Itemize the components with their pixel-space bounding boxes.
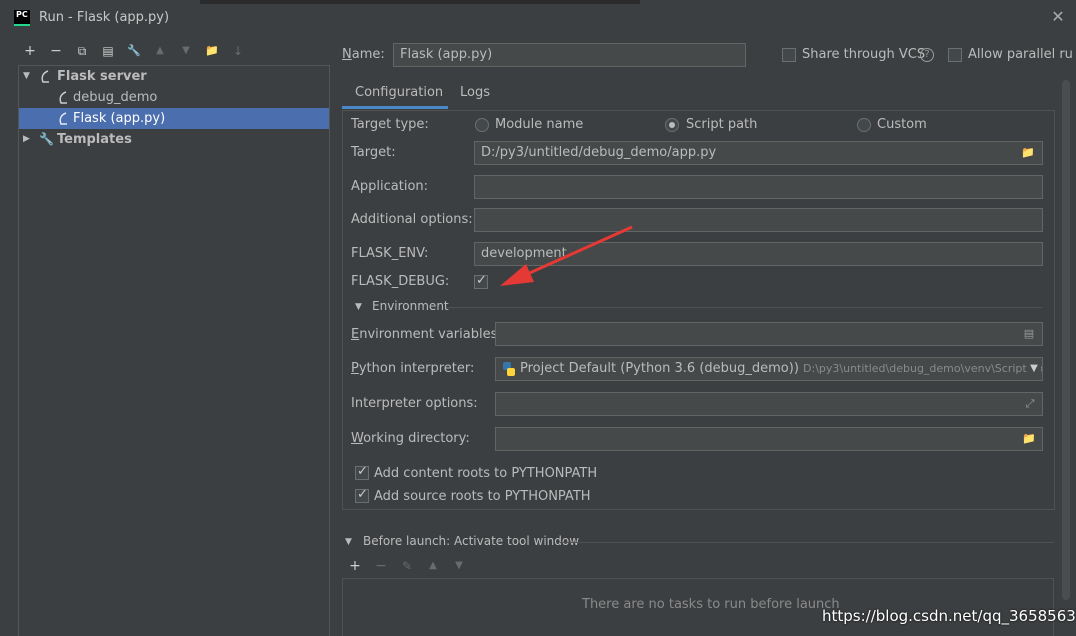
expand-icon[interactable]: ⤢ (1023, 397, 1037, 411)
share-vcs-checkbox[interactable] (782, 48, 796, 62)
target-type-label: Target type: (351, 117, 429, 132)
tab-configuration[interactable]: Configuration (355, 85, 443, 100)
expand-arrow-icon[interactable]: ▼ (23, 66, 35, 87)
chevron-down-icon[interactable]: ▼ (1027, 363, 1041, 374)
application-label: Application: (351, 179, 429, 194)
section-divider (446, 307, 1042, 308)
name-input[interactable]: Flask (app.py) (393, 43, 746, 67)
share-vcs-label: Share through VCS (802, 47, 926, 62)
section-collapse-icon[interactable]: ▼ (355, 302, 362, 312)
tab-logs[interactable]: Logs (460, 85, 490, 100)
help-icon[interactable]: ? (920, 48, 934, 62)
flask-icon (59, 112, 67, 125)
add-content-roots-checkbox[interactable] (355, 464, 369, 480)
interpreter-path: D:\py3\untitled\debug_demo\venv\Scripts\… (803, 362, 1043, 375)
working-directory-input[interactable] (495, 427, 1043, 451)
add-source-roots-label: Add source roots to PYTHONPATH (374, 489, 591, 504)
tree-item-flask-app[interactable]: Flask (app.py) (19, 108, 329, 129)
radio-module-name-label: Module name (495, 117, 584, 132)
wrench-icon: 🔧 (39, 132, 54, 146)
env-vars-input[interactable] (495, 322, 1043, 346)
remove-icon[interactable]: − (48, 43, 64, 59)
tree-item-label: debug_demo (73, 90, 158, 105)
annotation-arrow-icon (500, 225, 633, 286)
radio-custom-label: Custom (877, 117, 927, 132)
flask-debug-label: FLASK_DEBUG: (351, 274, 450, 289)
before-launch-label: Before launch: Activate tool window (363, 534, 580, 548)
allow-parallel-checkbox[interactable] (948, 48, 962, 62)
add-icon[interactable]: + (22, 43, 38, 59)
close-icon[interactable]: ✕ (1049, 8, 1067, 26)
add-task-icon[interactable]: + (347, 558, 363, 574)
interpreter-options-input[interactable] (495, 392, 1043, 416)
empty-tasks-text: There are no tasks to run before launch (582, 597, 840, 612)
window-title: Run - Flask (app.py) (39, 10, 170, 25)
pycharm-logo-icon: PC (14, 10, 30, 26)
wrench-icon[interactable]: 🔧 (126, 43, 142, 59)
radio-module-name[interactable] (475, 118, 489, 132)
section-collapse-icon[interactable]: ▼ (345, 537, 352, 547)
folder-icon[interactable]: 📁 (1022, 432, 1036, 446)
flask-env-label: FLASK_ENV: (351, 246, 429, 261)
target-input[interactable]: D:/py3/untitled/debug_demo/app.py (474, 141, 1043, 165)
configuration-tree: ▼ Flask server debug_demo Flask (app.py)… (18, 65, 330, 636)
radio-script-path[interactable] (665, 118, 679, 132)
add-content-roots-label: Add content roots to PYTHONPATH (374, 466, 598, 481)
flask-icon (41, 70, 49, 83)
section-divider (560, 542, 1054, 543)
tree-group-label: Flask server (57, 69, 147, 84)
interpreter-name: Project Default (Python 3.6 (debug_demo)… (520, 361, 799, 376)
additional-options-label: Additional options: (351, 212, 473, 227)
tree-group-flask-server[interactable]: ▼ Flask server (19, 66, 329, 87)
radio-custom[interactable] (857, 118, 871, 132)
edit-task-icon[interactable]: ✎ (399, 558, 415, 574)
watermark-text: https://blog.csdn.net/qq_36585637 (822, 607, 1076, 625)
application-input[interactable] (474, 175, 1043, 199)
edit-list-icon[interactable]: ▤ (1022, 327, 1036, 341)
working-directory-label: Working directory: (351, 431, 470, 446)
copy-icon[interactable]: ⧉ (74, 43, 90, 59)
python-icon (503, 362, 515, 376)
tree-item-debug-demo[interactable]: debug_demo (19, 87, 329, 108)
background-strip (200, 0, 640, 4)
move-task-down-icon[interactable]: ▼ (451, 558, 467, 574)
sort-icon[interactable]: ↓ (230, 43, 246, 59)
radio-script-path-label: Script path (686, 117, 758, 132)
active-tab-indicator (342, 106, 448, 109)
environment-section-label: Environment (372, 299, 449, 313)
move-up-icon[interactable]: ▲ (152, 43, 168, 59)
tree-group-label: Templates (57, 132, 132, 147)
flask-debug-checkbox[interactable] (474, 273, 488, 289)
scrollbar[interactable] (1062, 80, 1070, 600)
save-icon[interactable]: ▤ (100, 43, 116, 59)
tree-item-label: Flask (app.py) (73, 111, 166, 126)
tree-group-templates[interactable]: ▶ 🔧 Templates (19, 129, 329, 150)
add-source-roots-checkbox[interactable] (355, 487, 369, 503)
python-interpreter-select[interactable]: Project Default (Python 3.6 (debug_demo)… (495, 357, 1043, 381)
folder-icon[interactable]: 📁 (204, 43, 220, 59)
remove-task-icon[interactable]: − (373, 558, 389, 574)
move-task-up-icon[interactable]: ▲ (425, 558, 441, 574)
flask-icon (59, 91, 67, 104)
python-interpreter-label: Python interpreter: (351, 361, 475, 376)
env-vars-label: Environment variables: (351, 327, 502, 342)
target-label: Target: (351, 145, 396, 160)
collapse-arrow-icon[interactable]: ▶ (23, 129, 35, 150)
interpreter-options-label: Interpreter options: (351, 396, 478, 411)
folder-icon[interactable]: 📁 (1021, 146, 1035, 160)
name-label: Name: (342, 47, 385, 62)
allow-parallel-label: Allow parallel run (968, 47, 1072, 62)
move-down-icon[interactable]: ▼ (178, 43, 194, 59)
